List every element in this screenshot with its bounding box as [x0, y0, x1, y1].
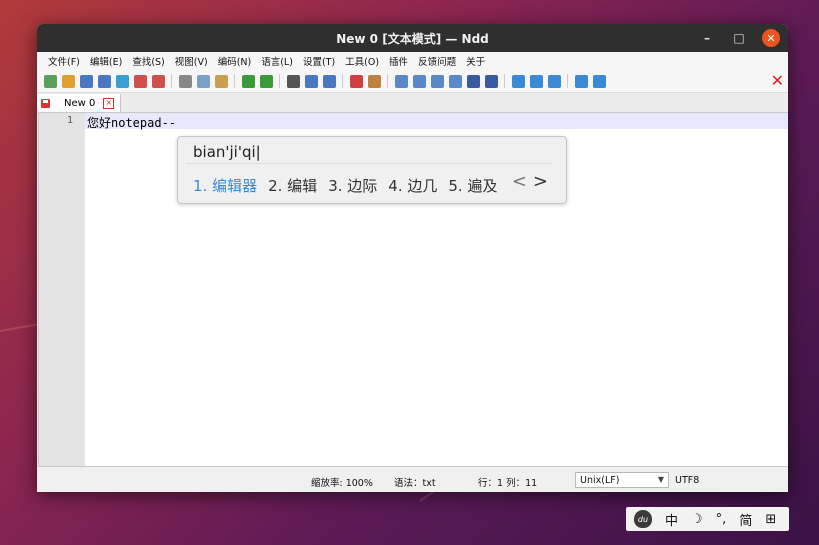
open-file-icon[interactable]	[61, 74, 75, 88]
close-file-icon[interactable]	[115, 74, 129, 88]
ime-next-page-button[interactable]: >	[533, 171, 548, 192]
menu-item-2[interactable]: 查找(S)	[127, 54, 169, 68]
ime-candidate[interactable]: 1. 编辑器	[193, 175, 257, 196]
moon-icon[interactable]: ☽	[691, 512, 703, 527]
ime-prev-page-button[interactable]: <	[512, 171, 527, 192]
zoom-in-icon[interactable]	[394, 74, 408, 88]
window-title: New 0 [文本模式] — Ndd	[336, 31, 489, 46]
eol-select[interactable]: Unix(LF) ▼	[575, 472, 669, 488]
toolbar-separator	[567, 74, 568, 88]
toolbar: ✕	[37, 70, 788, 93]
find-in-files-icon[interactable]	[322, 74, 336, 88]
close-icon[interactable]: ✕	[771, 72, 784, 90]
menu-item-5[interactable]: 语言(L)	[256, 54, 298, 68]
title-bar[interactable]: New 0 [文本模式] — Ndd – □ ✕	[37, 24, 788, 52]
cut-icon[interactable]	[178, 74, 192, 88]
menu-item-4[interactable]: 编码(N)	[213, 54, 257, 68]
ime-candidate-list: 1. 编辑器 2. 编辑 3. 边际 4. 边几 5. 遍及	[193, 175, 508, 196]
toolbar-separator	[171, 74, 172, 88]
menu-item-8[interactable]: 插件	[384, 54, 413, 68]
structure-icon[interactable]	[574, 74, 588, 88]
status-bar: 缩放率: 100% 语法：txt 行：1 列：11 Unix(LF) ▼ UTF…	[37, 468, 788, 492]
prev-icon[interactable]	[511, 74, 525, 88]
find-icon[interactable]	[286, 74, 300, 88]
eol-value: Unix(LF)	[580, 474, 620, 486]
ime-candidate[interactable]: 3. 边际	[328, 175, 377, 196]
menu-item-1[interactable]: 编辑(E)	[85, 54, 127, 68]
close-all-icon[interactable]	[133, 74, 147, 88]
text-mode-icon[interactable]	[592, 74, 606, 88]
ime-candidate[interactable]: 4. 边几	[388, 175, 437, 196]
menu-bar: 文件(F) 编辑(E) 查找(S) 视图(V) 编码(N) 语言(L) 设置(T) 工具(O)…	[37, 52, 788, 70]
encoding-status: UTF8	[675, 475, 700, 486]
baidu-ime-logo-icon[interactable]: du	[634, 510, 652, 528]
window-controls: – □ ✕	[698, 29, 780, 47]
toolbar-separator	[504, 74, 505, 88]
maximize-button[interactable]: □	[730, 29, 748, 47]
menu-item-10[interactable]: 关于	[461, 54, 490, 68]
tab-close-icon[interactable]: ×	[103, 98, 115, 109]
syntax-status: 语法：txt	[394, 478, 436, 489]
toolbar-separator	[342, 74, 343, 88]
zoom-out-icon[interactable]	[412, 74, 426, 88]
copy-icon[interactable]	[196, 74, 210, 88]
cursor-position-status: 行：1 列：11	[478, 478, 538, 489]
zoom-status: 缩放率: 100%	[311, 478, 373, 489]
simplified-chinese-toggle[interactable]: 简	[739, 510, 752, 529]
close-window-button[interactable]: ✕	[762, 29, 780, 47]
toolbar-separator	[279, 74, 280, 88]
ime-candidate-popup: bian'ji'qi| 1. 编辑器 2. 编辑 3. 边际 4. 边几 5. 遍及 <…	[177, 136, 567, 204]
tab-bar: New 0 ×	[37, 93, 788, 114]
tab-label: New 0	[64, 98, 96, 109]
toolbar-separator	[387, 74, 388, 88]
redo-icon[interactable]	[259, 74, 273, 88]
indent-guide-icon[interactable]	[466, 74, 480, 88]
show-symbols-icon[interactable]	[448, 74, 462, 88]
save-icon	[41, 99, 50, 108]
pen-icon[interactable]	[367, 74, 381, 88]
print-icon[interactable]	[151, 74, 165, 88]
ime-status-tray: du 中 ☽ °, 简 ⊞	[626, 507, 789, 531]
punctuation-toggle[interactable]: °,	[716, 512, 727, 527]
paste-icon[interactable]	[214, 74, 228, 88]
line-number: 1	[66, 115, 73, 126]
compare-icon[interactable]	[547, 74, 561, 88]
wrap-icon[interactable]	[430, 74, 444, 88]
ime-page-nav: < >	[512, 171, 548, 192]
menu-item-6[interactable]: 设置(T)	[298, 54, 340, 68]
save-all-icon[interactable]	[97, 74, 111, 88]
target-icon[interactable]	[484, 74, 498, 88]
ime-divider	[186, 163, 552, 164]
ime-candidate[interactable]: 5. 遍及	[448, 175, 497, 196]
chevron-down-icon: ▼	[657, 475, 664, 484]
marker-icon[interactable]	[349, 74, 363, 88]
tab-new-0[interactable]: New 0 ×	[37, 94, 122, 113]
ime-candidate[interactable]: 2. 编辑	[268, 175, 317, 196]
menu-item-9[interactable]: 反馈问题	[413, 54, 461, 68]
editor-line-text[interactable]: 您好notepad--	[87, 114, 176, 131]
ime-preedit: bian'ji'qi|	[193, 143, 261, 161]
save-icon[interactable]	[79, 74, 93, 88]
grid-icon[interactable]: ⊞	[765, 512, 776, 527]
toolbar-separator	[234, 74, 235, 88]
chinese-mode-toggle[interactable]: 中	[665, 510, 678, 529]
current-line-highlight	[85, 113, 788, 129]
next-icon[interactable]	[529, 74, 543, 88]
menu-item-7[interactable]: 工具(O)	[340, 54, 384, 68]
replace-icon[interactable]	[304, 74, 318, 88]
line-number-gutter: 1	[39, 113, 85, 466]
menu-item-0[interactable]: 文件(F)	[43, 54, 85, 68]
new-file-icon[interactable]	[43, 74, 57, 88]
menu-item-3[interactable]: 视图(V)	[170, 54, 213, 68]
undo-icon[interactable]	[241, 74, 255, 88]
app-window: New 0 [文本模式] — Ndd – □ ✕ 文件(F) 编辑(E) 查找(S)…	[37, 24, 788, 492]
minimize-button[interactable]: –	[698, 29, 716, 47]
